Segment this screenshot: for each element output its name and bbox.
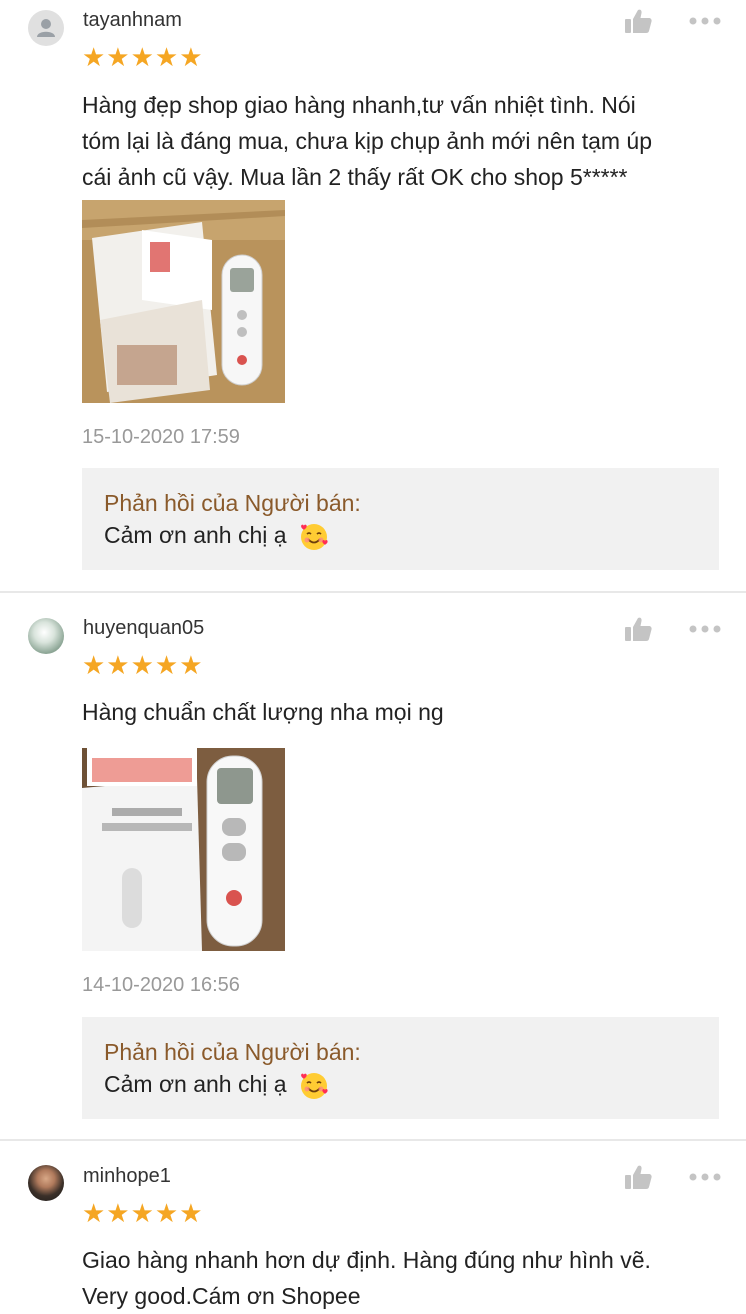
- more-options-icon[interactable]: [688, 1172, 722, 1182]
- thumbs-up-icon[interactable]: [624, 1164, 652, 1190]
- more-options-icon[interactable]: [688, 624, 722, 634]
- seller-reply-title: Phản hồi của Người bán:: [104, 1039, 361, 1065]
- review-photo[interactable]: [82, 748, 285, 951]
- review-photo[interactable]: [82, 200, 285, 403]
- comment-line: Giao hàng nhanh hơn dự định. Hàng đúng n…: [82, 1247, 651, 1273]
- avatar[interactable]: [28, 10, 64, 46]
- avatar[interactable]: [28, 1165, 64, 1201]
- smiling-face-with-hearts-emoji: [300, 1073, 328, 1099]
- comment-line: Hàng đẹp shop giao hàng nhanh,tư vấn nhi…: [82, 92, 636, 118]
- review-comment: Giao hàng nhanh hơn dự định. Hàng đúng n…: [82, 1242, 732, 1314]
- comment-line: tóm lại là đáng mua, chưa kịp chụp ảnh m…: [82, 128, 653, 154]
- smiling-face-with-hearts-emoji: [300, 524, 328, 550]
- reviewer-username[interactable]: huyenquan05: [83, 617, 204, 640]
- reviewer-username[interactable]: minhope1: [83, 1165, 171, 1188]
- user-icon: [37, 19, 55, 37]
- comment-line: Very good.Cám ơn Shopee: [82, 1283, 361, 1309]
- review-comment: Hàng chuẩn chất lượng nha mọi ng: [82, 694, 732, 730]
- review-timestamp: 15-10-2020 17:59: [82, 426, 240, 448]
- seller-reply-text: Cảm ơn anh chị ạ: [104, 1071, 329, 1101]
- thumbs-up-icon[interactable]: [624, 616, 652, 642]
- star-rating: ★★★★★: [82, 1198, 204, 1228]
- seller-reply-text: Cảm ơn anh chị ạ: [104, 522, 329, 552]
- seller-reply: Phản hồi của Người bán: Cảm ơn anh chị ạ: [82, 1017, 719, 1119]
- seller-reply: Phản hồi của Người bán: Cảm ơn anh chị ạ: [82, 468, 719, 570]
- star-rating: ★★★★★: [82, 42, 204, 72]
- comment-line: cái ảnh cũ vậy. Mua lần 2 thấy rất OK ch…: [82, 164, 628, 190]
- avatar[interactable]: [28, 618, 64, 654]
- review-item: huyenquan05 ★★★★★ Hàng chuẩn chất lượng …: [0, 592, 746, 1140]
- more-options-icon[interactable]: [688, 16, 722, 26]
- product-photo-thermometer: [82, 748, 285, 951]
- thumbs-up-icon[interactable]: [624, 8, 652, 34]
- reviewer-username[interactable]: tayanhnam: [83, 9, 182, 32]
- review-item: minhope1 ★★★★★ Giao hàng nhanh hơn dự đị…: [0, 1140, 746, 1309]
- product-photo-thermometer: [82, 200, 285, 403]
- comment-line: Hàng chuẩn chất lượng nha mọi ng: [82, 699, 444, 725]
- review-item: tayanhnam ★★★★★ Hàng đẹp shop giao hàng …: [0, 0, 746, 592]
- review-timestamp: 14-10-2020 16:56: [82, 974, 240, 996]
- seller-reply-message: Cảm ơn anh chị ạ: [104, 522, 287, 549]
- review-comment: Hàng đẹp shop giao hàng nhanh,tư vấn nhi…: [82, 87, 732, 195]
- seller-reply-title: Phản hồi của Người bán:: [104, 490, 361, 516]
- star-rating: ★★★★★: [82, 650, 204, 680]
- seller-reply-message: Cảm ơn anh chị ạ: [104, 1071, 287, 1098]
